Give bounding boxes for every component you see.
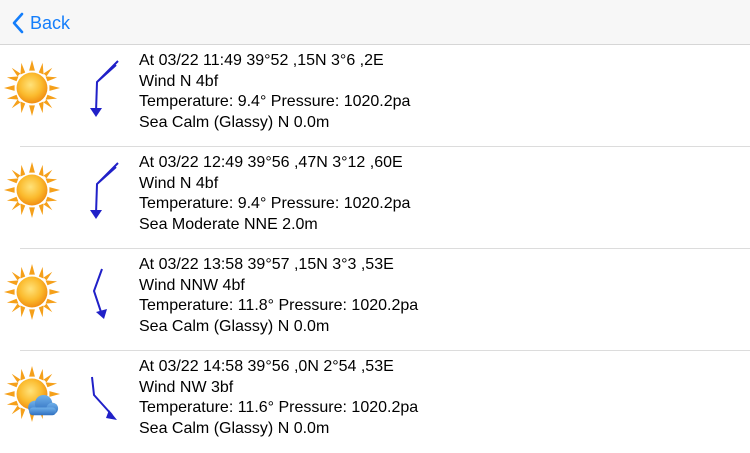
back-label: Back <box>30 12 71 33</box>
list-item[interactable]: At 03/22 13:58 39°57 ,15N 3°3 ,53E Wind … <box>0 249 750 351</box>
observation-time-position: At 03/22 12:49 39°56 ,47N 3°12 ,60E <box>139 154 403 171</box>
temperature-pressure: Temperature: 9.4° Pressure: 1020.2pa <box>139 195 411 212</box>
observation-text: At 03/22 12:49 39°56 ,47N 3°12 ,60E Wind… <box>139 153 410 235</box>
observation-time-position: At 03/22 14:58 39°56 ,0N 2°54 ,53E <box>139 358 394 375</box>
list-item[interactable]: At 03/22 14:58 39°56 ,0N 2°54 ,53E Wind … <box>0 351 750 453</box>
sun-icon <box>3 263 61 321</box>
sun-cloud-icon <box>3 365 61 423</box>
observation-text: At 03/22 14:58 39°56 ,0N 2°54 ,53E Wind … <box>139 357 418 439</box>
wind-barb-northwest-icon <box>91 376 117 420</box>
wind-info: Wind N 4bf <box>139 72 219 90</box>
temperature-pressure: Temperature: 9.4° Pressure: 1020.2pa <box>139 93 411 110</box>
observation-text: At 03/22 11:49 39°52 ,15N 3°6 ,2E Wind N… <box>139 51 410 133</box>
sun-icon <box>3 161 61 219</box>
wind-info: Wind NW 3bf <box>139 378 234 396</box>
navigation-bar: Back <box>0 0 750 45</box>
wind-barb-nnw-icon <box>92 268 107 319</box>
list-item[interactable]: At 03/22 11:49 39°52 ,15N 3°6 ,2E Wind N… <box>0 45 750 147</box>
observation-time-position: At 03/22 11:49 39°52 ,15N 3°6 ,2E <box>139 52 384 69</box>
chevron-left-icon <box>12 12 24 34</box>
wind-barb-north-icon <box>90 60 119 117</box>
list-item[interactable]: At 03/22 12:49 39°56 ,47N 3°12 ,60E Wind… <box>0 147 750 249</box>
sea-state: Sea Calm (Glassy) N 0.0m <box>139 317 330 335</box>
observation-text: At 03/22 13:58 39°57 ,15N 3°3 ,53E Wind … <box>139 255 418 337</box>
temperature-pressure: Temperature: 11.6° Pressure: 1020.2pa <box>139 399 419 416</box>
temperature-pressure: Temperature: 11.8° Pressure: 1020.2pa <box>139 297 419 314</box>
wind-barb-north-icon <box>90 162 119 219</box>
observation-list: At 03/22 11:49 39°52 ,15N 3°6 ,2E Wind N… <box>0 45 750 453</box>
sea-state: Sea Calm (Glassy) N 0.0m <box>139 113 330 131</box>
sun-icon <box>3 59 61 117</box>
wind-info: Wind NNW 4bf <box>139 276 245 294</box>
sea-state: Sea Moderate NNE 2.0m <box>139 215 318 233</box>
observation-time-position: At 03/22 13:58 39°57 ,15N 3°3 ,53E <box>139 256 394 273</box>
wind-info: Wind N 4bf <box>139 174 219 192</box>
back-button[interactable]: Back <box>12 9 70 37</box>
